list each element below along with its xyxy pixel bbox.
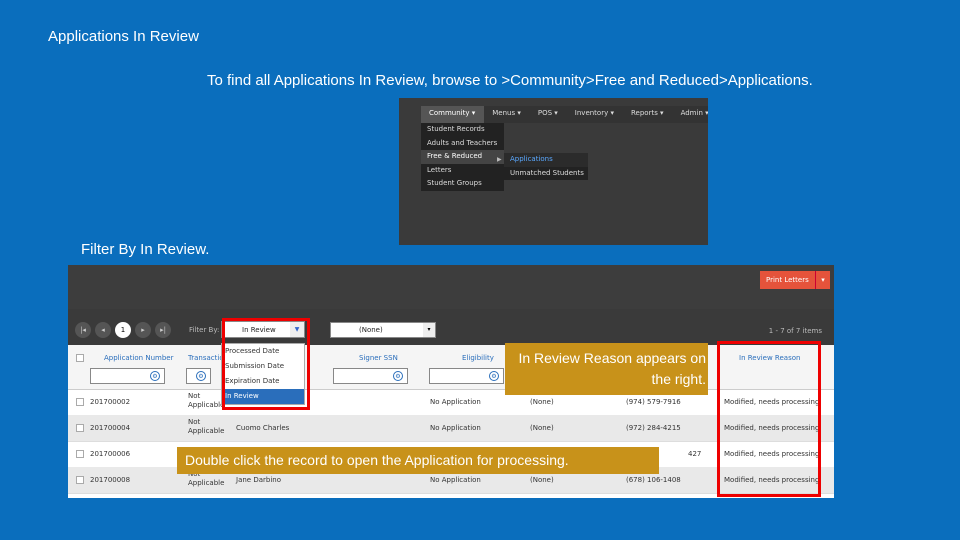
prev-page-button[interactable]: ◂ xyxy=(95,322,111,338)
row-checkbox[interactable] xyxy=(76,398,84,406)
menu-admin[interactable]: Admin ▾ xyxy=(673,106,708,123)
menu-screenshot: Community ▾ Menus ▾ POS ▾ Inventory ▾ Re… xyxy=(399,98,708,245)
menu-inventory[interactable]: Inventory ▾ xyxy=(567,106,623,123)
menu-item-student-records[interactable]: Student Records xyxy=(421,123,504,137)
filter-icon[interactable]: ⚙ xyxy=(196,371,206,381)
col-signer-ssn[interactable]: Signer SSN xyxy=(359,354,398,362)
cell-status: (None) xyxy=(530,398,554,406)
menu-item-letters[interactable]: Letters xyxy=(421,164,504,178)
cell-phone: (972) 284-4215 xyxy=(626,424,681,432)
current-page[interactable]: 1 xyxy=(115,322,131,338)
cell-transaction: Not Applicable xyxy=(188,418,225,435)
filter-icon[interactable]: ⚙ xyxy=(393,371,403,381)
cell-eligibility: No Application xyxy=(430,476,481,484)
cell-name: Jane Darbino xyxy=(236,476,281,484)
menu-community[interactable]: Community ▾ xyxy=(421,106,485,123)
menu-menus[interactable]: Menus ▾ xyxy=(484,106,530,123)
row-checkbox[interactable] xyxy=(76,424,84,432)
row-checkbox[interactable] xyxy=(76,476,84,484)
print-letters-label: Print Letters xyxy=(766,276,809,284)
chevron-down-icon[interactable]: ▾ xyxy=(423,323,435,337)
next-page-button[interactable]: ▸ xyxy=(135,322,151,338)
select-all-checkbox[interactable] xyxy=(76,354,84,362)
filter-highlight-box xyxy=(222,318,310,410)
cell-phone: (974) 579-7916 xyxy=(626,398,681,406)
col-eligibility[interactable]: Eligibility xyxy=(462,354,494,362)
submenu-arrow-icon: ▶ xyxy=(497,156,502,163)
cell-name: Cuomo Charles xyxy=(236,424,290,432)
double-click-callout: Double click the record to open the Appl… xyxy=(177,447,659,474)
cell-app-number: 201700006 xyxy=(90,450,131,458)
filter-signer-ssn[interactable]: ⚙ xyxy=(333,368,408,384)
secondary-select-value: (None) xyxy=(359,326,383,334)
filter-by-label: Filter By: xyxy=(189,326,220,334)
menu-item-unmatched-students[interactable]: Unmatched Students xyxy=(504,167,588,181)
menu-item-adults-teachers[interactable]: Adults and Teachers xyxy=(421,137,504,151)
item-count: 1 - 7 of 7 items xyxy=(768,327,822,335)
row-checkbox[interactable] xyxy=(76,450,84,458)
cell-status: (None) xyxy=(530,476,554,484)
last-page-button[interactable]: ▸| xyxy=(155,322,171,338)
free-reduced-submenu: Applications Unmatched Students xyxy=(504,153,588,180)
cell-status: (None) xyxy=(530,424,554,432)
top-toolbar: Print Letters ▾ xyxy=(68,265,834,309)
cell-transaction: Not Applicable xyxy=(188,392,225,409)
reason-column-highlight-box xyxy=(717,341,821,497)
print-letters-button[interactable]: Print Letters ▾ xyxy=(760,271,830,289)
cell-eligibility: No Application xyxy=(430,398,481,406)
chevron-down-icon[interactable]: ▾ xyxy=(815,271,830,289)
cell-phone: (678) 106-1408 xyxy=(626,476,681,484)
filter-transaction[interactable]: ⚙ xyxy=(186,368,211,384)
filter-instruction: Filter By In Review. xyxy=(81,241,210,258)
menu-item-student-groups[interactable]: Student Groups xyxy=(421,177,504,191)
filter-application-number[interactable]: ⚙ xyxy=(90,368,165,384)
slide-title: Applications In Review xyxy=(48,28,199,45)
col-application-number[interactable]: Application Number xyxy=(104,354,173,362)
filter-icon[interactable]: ⚙ xyxy=(150,371,160,381)
menu-item-applications[interactable]: Applications xyxy=(504,153,588,167)
main-menubar: Community ▾ Menus ▾ POS ▾ Inventory ▾ Re… xyxy=(421,106,708,123)
menu-reports[interactable]: Reports ▾ xyxy=(623,106,673,123)
menu-item-free-reduced[interactable]: Free & Reduced xyxy=(421,150,504,164)
cell-app-number: 201700002 xyxy=(90,398,131,406)
cell-app-number: 201700008 xyxy=(90,476,131,484)
filter-icon[interactable]: ⚙ xyxy=(489,371,499,381)
cell-phone: 427 xyxy=(688,450,702,458)
reason-callout: In Review Reason appears on the right. xyxy=(505,343,708,395)
cell-app-number: 201700004 xyxy=(90,424,131,432)
filter-eligibility[interactable]: ⚙ xyxy=(429,368,504,384)
cell-eligibility: No Application xyxy=(430,424,481,432)
browse-instruction: To find all Applications In Review, brow… xyxy=(207,72,813,89)
community-dropdown: Student Records Adults and Teachers Free… xyxy=(421,123,504,191)
menu-pos[interactable]: POS ▾ xyxy=(530,106,567,123)
first-page-button[interactable]: |◂ xyxy=(75,322,91,338)
secondary-select[interactable]: (None) ▾ xyxy=(330,322,436,338)
pager: |◂ ◂ 1 ▸ ▸| xyxy=(75,320,171,340)
